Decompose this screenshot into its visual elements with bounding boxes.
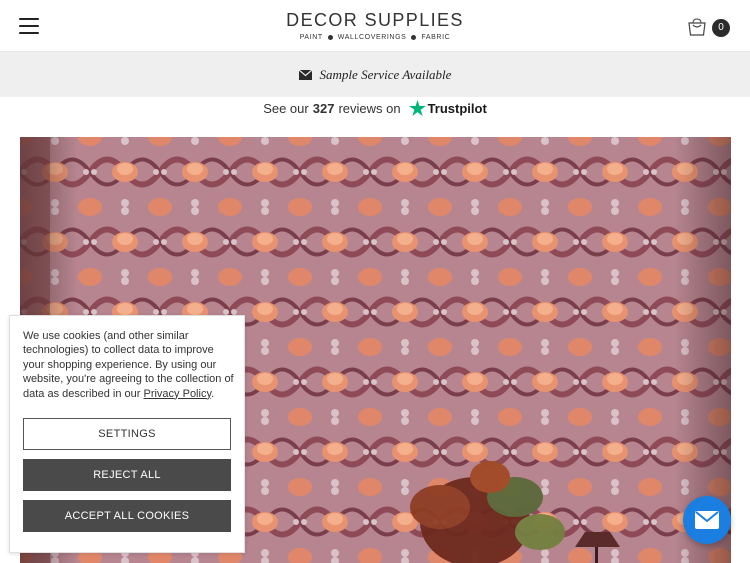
- hamburger-line: [19, 18, 39, 20]
- logo-wordmark: DECOR SUPPLIES: [286, 10, 464, 30]
- logo-tagline-fabric: FABRIC: [421, 34, 451, 41]
- accept-all-cookies-button[interactable]: ACCEPT ALL COOKIES: [23, 500, 231, 532]
- trustpilot-prefix: See our: [263, 100, 309, 116]
- cookie-message: We use cookies (and other similar techno…: [23, 329, 235, 401]
- logo-tagline-wallcoverings: WALLCOVERINGS: [337, 34, 407, 41]
- shopping-bag-icon[interactable]: [686, 17, 708, 37]
- logo-dot: [411, 35, 417, 40]
- trustpilot-review-count: 327: [312, 100, 335, 116]
- logo-dot: [327, 35, 333, 40]
- hamburger-line: [19, 32, 39, 34]
- privacy-policy-link[interactable]: Privacy Policy: [143, 388, 211, 400]
- cookie-settings-button[interactable]: SETTINGS: [23, 418, 231, 450]
- trustpilot-brand: Trustpilot: [427, 100, 487, 116]
- envelope-icon: [298, 69, 312, 80]
- reject-all-cookies-button[interactable]: REJECT ALL: [23, 459, 231, 491]
- trustpilot-star-icon: [408, 100, 426, 116]
- cookie-message-period: .: [211, 387, 215, 400]
- site-logo[interactable]: DECOR SUPPLIES PAINT WALLCOVERINGS FABRI…: [250, 10, 500, 41]
- envelope-icon: [695, 511, 719, 529]
- contact-chat-button[interactable]: [683, 496, 731, 544]
- site-header: DECOR SUPPLIES PAINT WALLCOVERINGS FABRI…: [0, 0, 750, 52]
- sample-service-banner[interactable]: Sample Service Available: [0, 52, 750, 97]
- trustpilot-suffix: reviews on: [338, 100, 401, 116]
- logo-tagline: PAINT WALLCOVERINGS FABRIC: [250, 34, 500, 41]
- logo-tagline-paint: PAINT: [299, 34, 323, 41]
- cookie-consent-panel: We use cookies (and other similar techno…: [9, 315, 245, 553]
- hamburger-line: [19, 25, 39, 27]
- trustpilot-logo: Trustpilot: [408, 100, 487, 116]
- trustpilot-widget[interactable]: See our 327 reviews on Trustpilot: [0, 97, 750, 119]
- sample-service-text: Sample Service Available: [319, 66, 452, 82]
- menu-hamburger-icon[interactable]: [19, 18, 39, 34]
- cart-count-badge[interactable]: 0: [712, 19, 730, 37]
